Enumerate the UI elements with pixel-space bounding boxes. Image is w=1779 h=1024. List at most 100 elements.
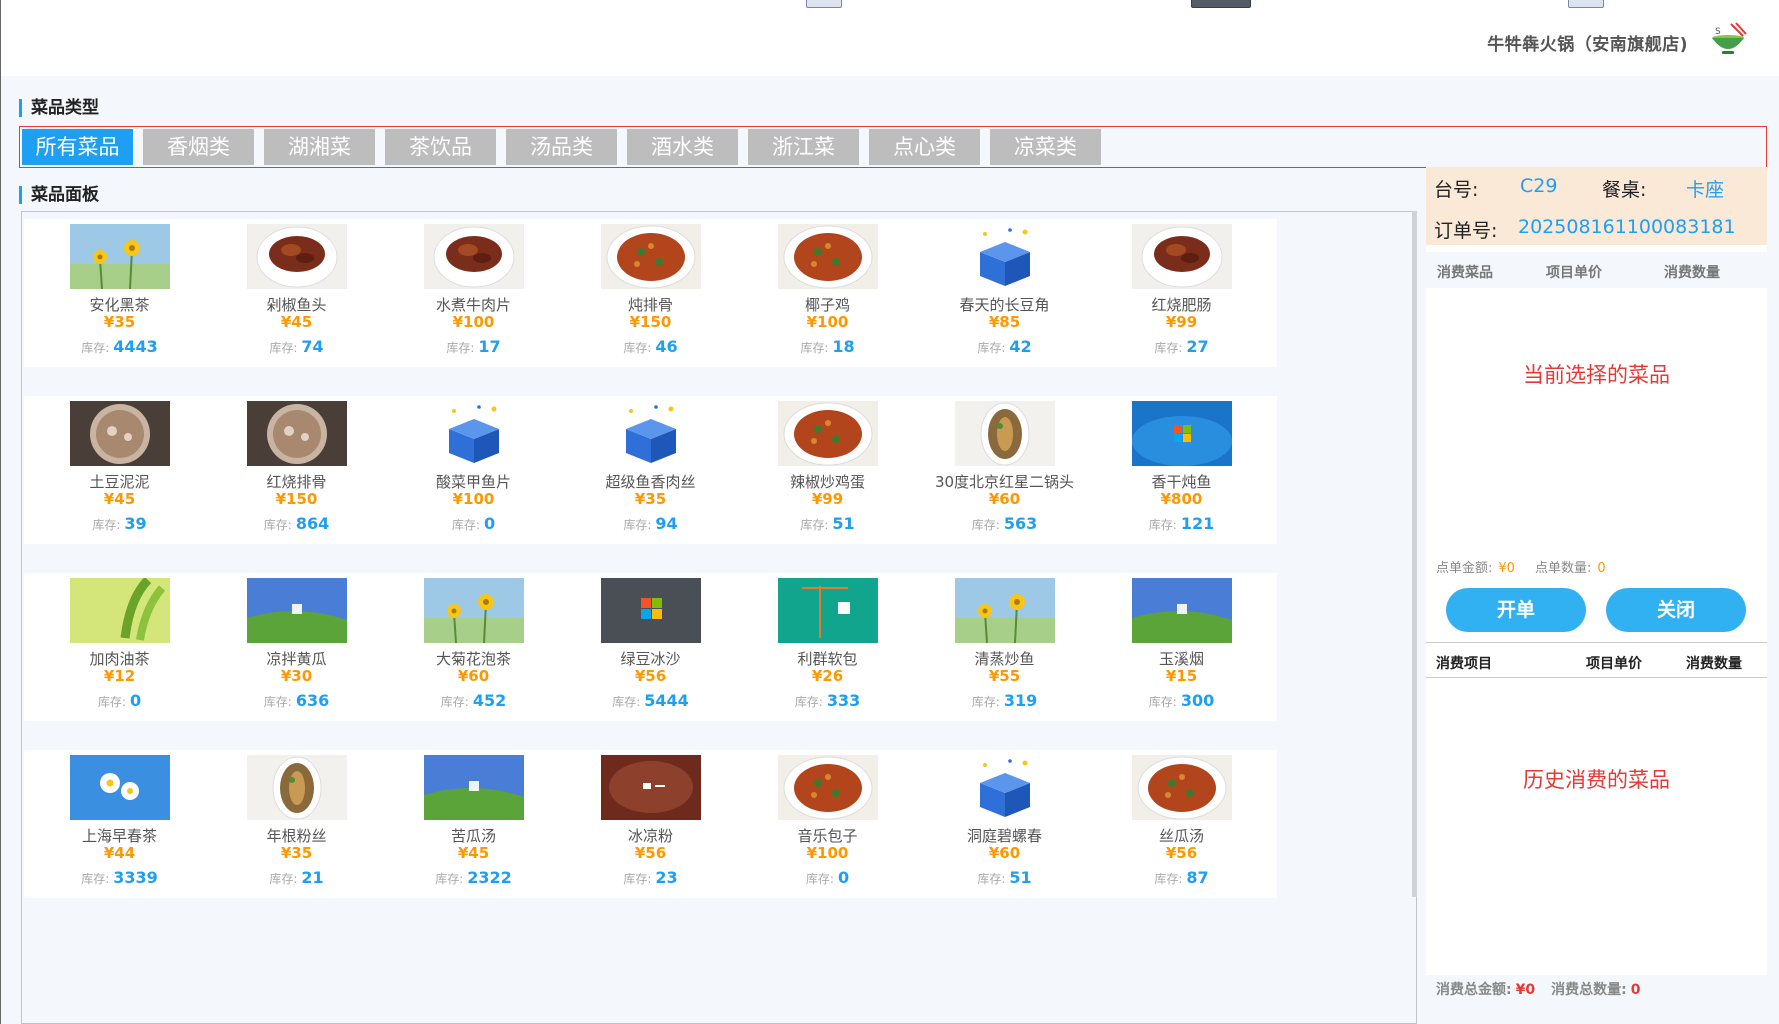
dish-image [246, 755, 347, 820]
stock-value: 39 [124, 514, 147, 533]
dish-name: 红烧排骨 [266, 473, 327, 491]
dish-card[interactable]: 水煮牛肉片 ¥100 库存: 17 [378, 219, 569, 367]
stock-value: 74 [301, 337, 324, 356]
stock-value: 333 [826, 691, 861, 710]
stock-label: 库存: [612, 695, 641, 709]
order-side-panel: 台号: C29 餐桌: 卡座 订单号: 202508161100083181 消… [1426, 167, 1767, 1005]
stock-label: 库存: [440, 695, 469, 709]
dish-price: ¥15 [1165, 667, 1198, 685]
dish-image [69, 224, 170, 289]
stock-value: 864 [295, 514, 330, 533]
dish-card[interactable]: 丝瓜汤 ¥56 库存: 87 [1086, 750, 1277, 898]
stock-value: 563 [1003, 514, 1038, 533]
stock-label: 库存: [623, 341, 652, 355]
total-count-label: 消费总数量: [1551, 982, 1627, 998]
dish-card[interactable]: 椰子鸡 ¥100 库存: 18 [732, 219, 923, 367]
dish-card[interactable]: 红烧排骨 ¥150 库存: 864 [201, 396, 392, 544]
dish-name: 大菊花泡茶 [435, 650, 511, 668]
stock-value: 452 [472, 691, 507, 710]
stock-label: 库存: [435, 872, 464, 886]
seat-type: 卡座 [1686, 179, 1725, 201]
dish-card[interactable]: 清蒸炒鱼 ¥55 库存: 319 [909, 573, 1100, 721]
dish-image [777, 401, 878, 466]
dish-card[interactable]: 音乐包子 ¥100 库存: 0 [732, 750, 923, 898]
stock-label: 库存: [623, 518, 652, 532]
dish-name: 土豆泥泥 [89, 473, 150, 491]
dish-card[interactable]: 绿豆冰沙 ¥56 库存: 5444 [555, 573, 746, 721]
dish-card[interactable]: 辣椒炒鸡蛋 ¥99 库存: 51 [732, 396, 923, 544]
stock-value: 94 [655, 514, 678, 533]
order-amount-label: 点单金额: [1436, 561, 1493, 576]
dish-price: ¥35 [280, 844, 313, 862]
stock-value: 42 [1009, 337, 1032, 356]
dish-name: 酸菜甲鱼片 [435, 473, 511, 491]
stock-label: 库存: [263, 518, 292, 532]
dish-card[interactable]: 超级鱼香肉丝 ¥35 库存: 94 [555, 396, 746, 544]
category-tab[interactable]: 湖湘菜 [264, 129, 375, 165]
dish-image [600, 224, 701, 289]
history-table-header: 消费项目 项目单价 消费数量 [1426, 642, 1767, 678]
open-order-button[interactable]: 开单 [1446, 588, 1586, 632]
dish-card[interactable]: 洞庭碧螺春 ¥60 库存: 51 [909, 750, 1100, 898]
dish-image [423, 401, 524, 466]
stock-label: 库存: [446, 341, 475, 355]
dish-name: 30度北京红星二锅头 [934, 473, 1075, 491]
stock-label: 库存: [805, 872, 834, 886]
dish-card[interactable]: 炖排骨 ¥150 库存: 46 [555, 219, 746, 367]
dish-image [1131, 755, 1232, 820]
stock-label: 库存: [794, 695, 823, 709]
dish-card[interactable]: 30度北京红星二锅头 ¥60 库存: 563 [909, 396, 1100, 544]
dish-card[interactable]: 年根粉丝 ¥35 库存: 21 [201, 750, 392, 898]
category-tab[interactable]: 凉菜类 [990, 129, 1101, 165]
dish-name: 炖排骨 [627, 296, 673, 314]
dish-card[interactable]: 土豆泥泥 ¥45 库存: 39 [24, 396, 215, 544]
stock-value: 319 [1003, 691, 1038, 710]
category-tab[interactable]: 汤品类 [506, 129, 617, 165]
dish-card[interactable]: 大菊花泡茶 ¥60 库存: 452 [378, 573, 569, 721]
dish-price: ¥150 [275, 490, 318, 508]
dish-card[interactable]: 加肉油茶 ¥12 库存: 0 [24, 573, 215, 721]
dish-card[interactable]: 剁椒鱼头 ¥45 库存: 74 [201, 219, 392, 367]
dish-stock: 库存: 0 [24, 691, 215, 710]
stock-value: 0 [483, 514, 496, 533]
order-amount-summary: 点单金额: ¥0 点单数量: 0 [1436, 557, 1626, 576]
category-tab[interactable]: 点心类 [869, 129, 980, 165]
dish-image [1131, 224, 1232, 289]
stock-value: 636 [295, 691, 330, 710]
close-button[interactable]: 关闭 [1606, 588, 1746, 632]
stock-label: 库存: [269, 341, 298, 355]
dish-panel-scrollbar[interactable] [1412, 211, 1417, 897]
dish-card[interactable]: 冰凉粉 ¥56 库存: 23 [555, 750, 746, 898]
dish-card[interactable]: 玉溪烟 ¥15 库存: 300 [1086, 573, 1277, 721]
dish-name: 辣椒炒鸡蛋 [789, 473, 865, 491]
dish-image [246, 401, 347, 466]
dish-card[interactable]: 苦瓜汤 ¥45 库存: 2322 [378, 750, 569, 898]
seat-label: 餐桌: [1602, 179, 1647, 201]
dish-stock: 库存: 2322 [378, 868, 569, 887]
bowl-chopsticks-icon: S [1712, 22, 1747, 54]
dish-stock: 库存: 563 [909, 514, 1100, 533]
stock-label: 库存: [623, 872, 652, 886]
category-tab[interactable]: 香烟类 [143, 129, 254, 165]
dish-image [954, 578, 1055, 643]
current-order-placeholder: 当前选择的菜品 [1523, 363, 1670, 387]
category-tab[interactable]: 茶饮品 [385, 129, 496, 165]
dish-card[interactable]: 上海早春茶 ¥44 库存: 3339 [24, 750, 215, 898]
stock-value: 5444 [644, 691, 689, 710]
dish-card[interactable]: 安化黑茶 ¥35 库存: 4443 [24, 219, 215, 367]
dish-image [954, 755, 1055, 820]
category-tab-bar: 所有菜品 香烟类 湖湘菜 茶饮品 汤品类 酒水类 浙江菜 点心类 凉菜类 [19, 126, 1767, 168]
dish-price: ¥60 [457, 667, 490, 685]
dish-card[interactable]: 利群软包 ¥26 库存: 333 [732, 573, 923, 721]
dish-name: 水煮牛肉片 [435, 296, 511, 314]
category-tab[interactable]: 所有菜品 [22, 129, 133, 165]
dish-card[interactable]: 酸菜甲鱼片 ¥100 库存: 0 [378, 396, 569, 544]
dish-card[interactable]: 红烧肥肠 ¥99 库存: 27 [1086, 219, 1277, 367]
total-count: 0 [1630, 982, 1641, 998]
category-tab[interactable]: 浙江菜 [748, 129, 859, 165]
dish-card[interactable]: 春天的长豆角 ¥85 库存: 42 [909, 219, 1100, 367]
dish-card[interactable]: 香干炖鱼 ¥800 库存: 121 [1086, 396, 1277, 544]
current-order-table-header: 消费菜品 项目单价 消费数量 [1426, 252, 1767, 288]
dish-card[interactable]: 凉拌黄瓜 ¥30 库存: 636 [201, 573, 392, 721]
category-tab[interactable]: 酒水类 [627, 129, 738, 165]
